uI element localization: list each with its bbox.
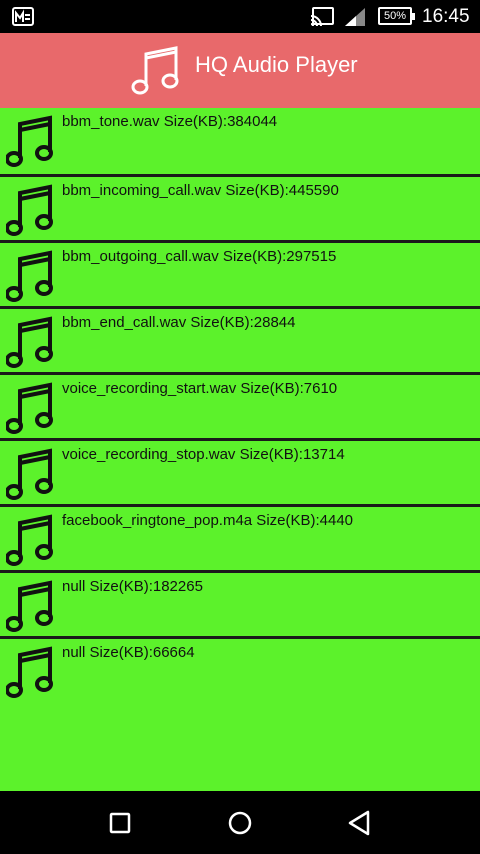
music-note-icon — [6, 115, 53, 167]
music-note-icon — [6, 646, 53, 698]
track-list: bbm_tone.wav Size(KB):384044 bbm_incomin… — [0, 108, 480, 791]
back-button[interactable] — [346, 809, 374, 837]
track-row[interactable]: voice_recording_start.wav Size(KB):7610 — [0, 372, 480, 438]
track-label: bbm_incoming_call.wav Size(KB):445590 — [62, 182, 339, 199]
track-label: voice_recording_start.wav Size(KB):7610 — [62, 380, 338, 397]
track-row[interactable]: bbm_outgoing_call.wav Size(KB):297515 — [0, 240, 480, 306]
track-row[interactable]: null Size(KB):182265 — [0, 570, 480, 636]
music-note-icon — [131, 46, 179, 95]
track-label: null Size(KB):182265 — [62, 578, 203, 595]
home-button[interactable] — [226, 809, 254, 837]
clock: 16:45 — [422, 6, 470, 27]
music-note-icon — [6, 316, 53, 368]
track-label: voice_recording_stop.wav Size(KB):13714 — [62, 446, 345, 463]
track-label: bbm_end_call.wav Size(KB):28844 — [62, 314, 296, 331]
track-row[interactable]: bbm_incoming_call.wav Size(KB):445590 — [0, 174, 480, 240]
gallery-icon — [12, 7, 34, 26]
music-note-icon — [6, 382, 53, 434]
track-row[interactable]: facebook_ringtone_pop.m4a Size(KB):4440 — [0, 504, 480, 570]
track-row[interactable]: null Size(KB):66664 — [0, 636, 480, 702]
track-label: bbm_outgoing_call.wav Size(KB):297515 — [62, 248, 337, 265]
battery-icon: 50% — [378, 7, 415, 25]
recents-button[interactable] — [106, 809, 134, 837]
music-note-icon — [6, 184, 53, 236]
music-note-icon — [6, 514, 53, 566]
navigation-bar — [0, 791, 480, 854]
track-row[interactable]: voice_recording_stop.wav Size(KB):13714 — [0, 438, 480, 504]
track-label: null Size(KB):66664 — [62, 644, 195, 661]
track-row[interactable]: bbm_end_call.wav Size(KB):28844 — [0, 306, 480, 372]
app-bar: HQ Audio Player — [0, 33, 480, 108]
music-note-icon — [6, 250, 53, 302]
track-label: facebook_ringtone_pop.m4a Size(KB):4440 — [62, 512, 354, 529]
status-bar: 50% 16:45 — [0, 0, 480, 33]
app-title: HQ Audio Player — [195, 52, 358, 77]
track-row[interactable]: bbm_tone.wav Size(KB):384044 — [0, 108, 480, 174]
music-note-icon — [6, 448, 53, 500]
music-note-icon — [6, 580, 53, 632]
track-label: bbm_tone.wav Size(KB):384044 — [62, 113, 278, 130]
signal-icon — [345, 8, 365, 26]
cast-icon — [310, 7, 334, 27]
